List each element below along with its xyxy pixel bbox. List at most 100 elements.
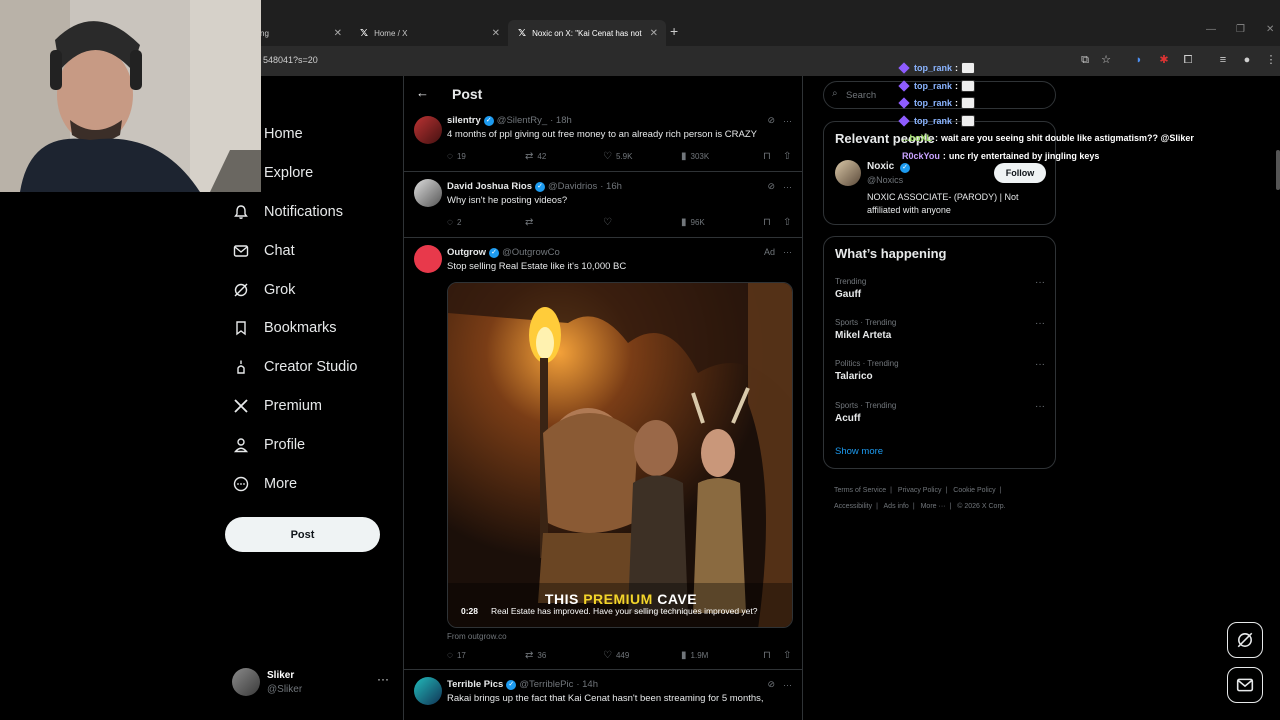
- nav-home[interactable]: Home: [233, 119, 303, 149]
- bookmark-button[interactable]: ⊓: [763, 650, 771, 661]
- reply-tweet[interactable]: silentry ✓ @SilentRy_ · 18h ⊘ ··· 4 mont…: [404, 112, 802, 172]
- author-name[interactable]: Outgrow: [447, 247, 486, 258]
- new-tab-button[interactable]: +: [670, 23, 678, 39]
- timestamp[interactable]: · 14h: [576, 679, 598, 690]
- timestamp[interactable]: · 18h: [550, 115, 572, 126]
- author-name[interactable]: David Joshua Rios: [447, 181, 532, 192]
- star-icon[interactable]: ☆: [1099, 53, 1113, 67]
- nav-explore[interactable]: Explore: [233, 158, 313, 188]
- timestamp[interactable]: · 16h: [600, 181, 622, 192]
- views-button[interactable]: ▮ 96K: [681, 217, 705, 228]
- views-button[interactable]: ▮ 303K: [681, 151, 709, 162]
- close-tab-icon[interactable]: ✕: [492, 28, 500, 39]
- author-handle[interactable]: @Davidrios: [548, 181, 597, 192]
- install-app-icon[interactable]: ⧉: [1078, 53, 1092, 67]
- more-options-icon[interactable]: ···: [783, 247, 792, 257]
- back-arrow-icon[interactable]: ←: [416, 85, 429, 100]
- minimize-icon[interactable]: —: [1206, 24, 1216, 35]
- nav-premium[interactable]: Premium: [233, 391, 322, 421]
- repost-button[interactable]: ⇄ 36: [525, 650, 546, 661]
- like-button[interactable]: ♡ 449: [603, 650, 629, 661]
- nav-notifications[interactable]: Notifications: [233, 197, 343, 227]
- author-name[interactable]: Terrible Pics: [447, 679, 503, 690]
- more-options-icon[interactable]: ···: [1035, 359, 1045, 370]
- close-tab-icon[interactable]: ✕: [334, 28, 342, 39]
- avatar[interactable]: [835, 160, 861, 186]
- profile-icon[interactable]: ●: [1240, 53, 1254, 67]
- reply-tweet[interactable]: David Joshua Rios ✓ @Davidrios · 16h ⊘ ·…: [404, 172, 802, 238]
- more-options-icon[interactable]: ···: [783, 182, 792, 192]
- like-button[interactable]: ♡ 5.9K: [603, 151, 632, 162]
- author-handle[interactable]: @SilentRy_: [497, 115, 547, 126]
- nav-chat[interactable]: Chat: [233, 236, 295, 266]
- ad-tweet[interactable]: Outgrow ✓ @OutgrowCo Ad ··· Stop selling…: [404, 238, 802, 670]
- puzzle-icon[interactable]: ⧠: [1181, 53, 1195, 67]
- browser-tab[interactable]: 𝕏 Home / X ✕: [350, 20, 508, 46]
- extension-icon[interactable]: ◗: [1132, 53, 1146, 67]
- share-button[interactable]: ⇧: [783, 650, 791, 661]
- footer-link[interactable]: Ads info: [884, 503, 909, 510]
- nav-bookmarks[interactable]: Bookmarks: [233, 313, 337, 343]
- reply-button[interactable]: ◌ 17: [447, 650, 466, 661]
- like-button[interactable]: ♡: [603, 217, 612, 228]
- more-options-icon[interactable]: ···: [377, 672, 389, 686]
- account-switcher[interactable]: Sliker @Sliker ···: [232, 668, 392, 698]
- avatar[interactable]: [414, 245, 442, 273]
- follow-button[interactable]: Follow: [994, 163, 1046, 183]
- bookmark-button[interactable]: ⊓: [763, 217, 771, 228]
- grok-icon[interactable]: ⊘: [767, 115, 775, 126]
- trend-item[interactable]: Trending Gauff ···: [835, 277, 1045, 300]
- url-text[interactable]: 548041?s=20: [263, 55, 318, 65]
- avatar[interactable]: [414, 179, 442, 207]
- footer-link[interactable]: Terms of Service: [834, 487, 886, 494]
- search-input[interactable]: Search: [846, 90, 876, 101]
- close-window-icon[interactable]: ✕: [1266, 24, 1274, 35]
- trend-item[interactable]: Sports · Trending Mikel Arteta ···: [835, 318, 1045, 341]
- repost-button[interactable]: ⇄: [525, 217, 533, 228]
- browser-tab-active[interactable]: 𝕏 Noxic on X: "Kai Cenat has not ✕: [508, 20, 666, 46]
- avatar[interactable]: [414, 677, 442, 705]
- repost-button[interactable]: ⇄ 42: [525, 151, 546, 162]
- bookmark-button[interactable]: ⊓: [763, 151, 771, 162]
- footer-link[interactable]: More ···: [921, 503, 946, 510]
- more-options-icon[interactable]: ···: [783, 680, 792, 690]
- nav-profile[interactable]: Profile: [233, 430, 305, 460]
- grok-floating-button[interactable]: [1227, 622, 1263, 658]
- menu-icon[interactable]: ⋮: [1264, 53, 1278, 67]
- post-button[interactable]: Post: [225, 517, 380, 552]
- close-tab-icon[interactable]: ✕: [650, 28, 658, 39]
- author-handle[interactable]: @OutgrowCo: [502, 247, 560, 258]
- share-button[interactable]: ⇧: [783, 217, 791, 228]
- more-options-icon[interactable]: ···: [783, 116, 792, 126]
- grok-icon[interactable]: ⊘: [767, 679, 775, 690]
- footer-link[interactable]: Privacy Policy: [898, 487, 942, 494]
- avatar[interactable]: [414, 116, 442, 144]
- reply-tweet[interactable]: Terrible Pics ✓ @TerriblePic · 14h ⊘ ···…: [404, 670, 802, 720]
- more-options-icon[interactable]: ···: [1035, 277, 1045, 288]
- extension-icon[interactable]: ✱: [1157, 53, 1171, 67]
- restore-icon[interactable]: ❐: [1236, 24, 1245, 35]
- reply-button[interactable]: ◌ 19: [447, 151, 466, 162]
- messages-floating-button[interactable]: [1227, 667, 1263, 703]
- nav-creator-studio[interactable]: Creator Studio: [233, 352, 358, 382]
- trend-item[interactable]: Sports · Trending Acuff ···: [835, 401, 1045, 424]
- browser-tab[interactable]: ng ✕: [250, 20, 350, 46]
- grok-icon[interactable]: ⊘: [767, 181, 775, 192]
- nav-more[interactable]: More: [233, 469, 297, 499]
- reply-button[interactable]: ◌ 2: [447, 217, 461, 228]
- scrollbar[interactable]: [1276, 150, 1280, 190]
- reading-list-icon[interactable]: ≡: [1216, 53, 1230, 67]
- more-options-icon[interactable]: ···: [1035, 318, 1045, 329]
- nav-grok[interactable]: Grok: [233, 275, 295, 305]
- footer-link[interactable]: Accessibility: [834, 503, 872, 510]
- profile-name[interactable]: Noxic ✓: [867, 161, 913, 173]
- profile-handle[interactable]: @Noxics: [867, 175, 903, 185]
- ad-source-link[interactable]: From outgrow.co: [447, 632, 507, 641]
- author-name[interactable]: silentry: [447, 115, 481, 126]
- author-handle[interactable]: @TerriblePic: [519, 679, 573, 690]
- show-more-link[interactable]: Show more: [835, 446, 883, 457]
- share-button[interactable]: ⇧: [783, 151, 791, 162]
- views-button[interactable]: ▮ 1.9M: [681, 650, 708, 661]
- footer-link[interactable]: Cookie Policy: [953, 487, 995, 494]
- video-player[interactable]: THIS PREMIUM CAVE 0:28 Real Estate has i…: [447, 282, 793, 628]
